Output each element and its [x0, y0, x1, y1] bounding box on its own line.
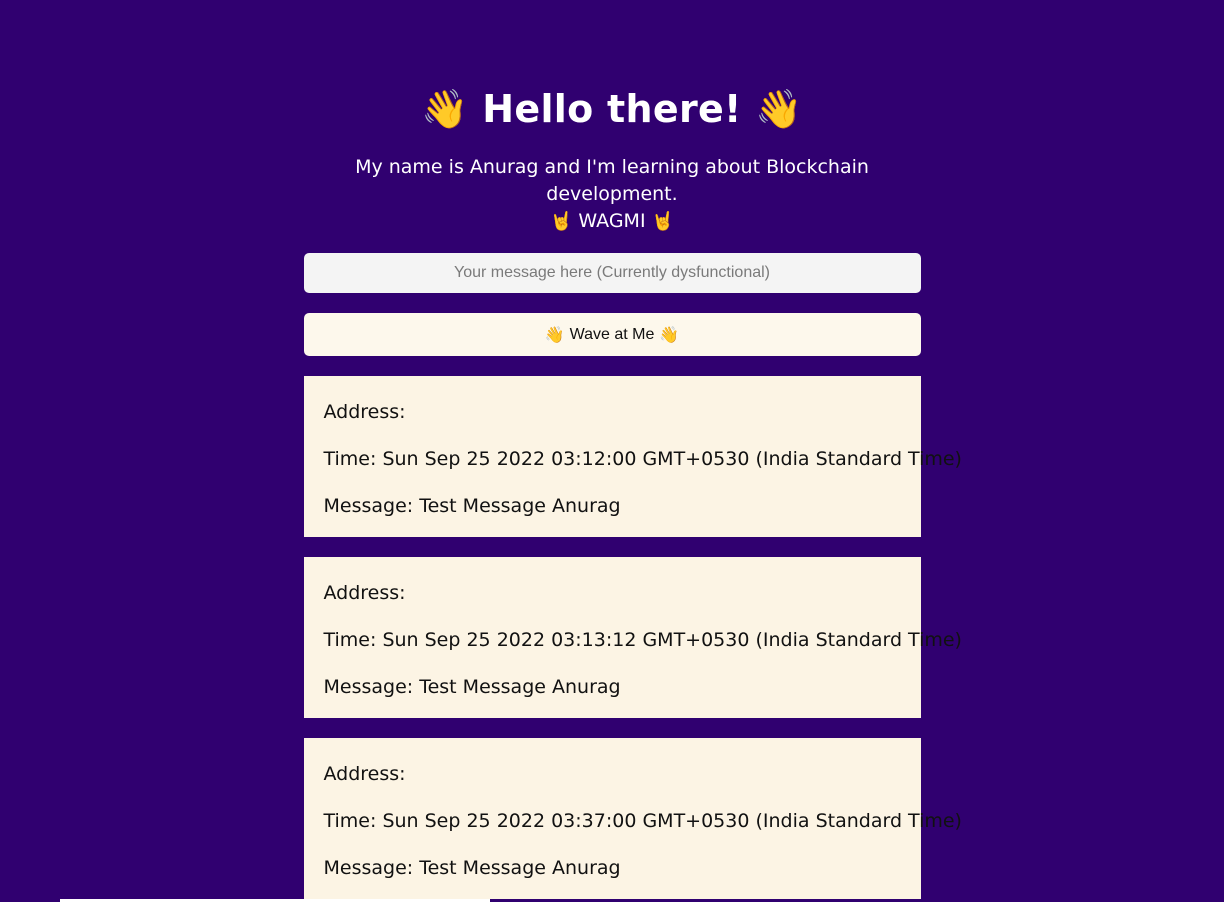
wave-button-label: Wave at Me [569, 325, 655, 343]
bio-line1: My name is Anurag and I'm learning about… [355, 156, 869, 205]
bio-line2: 🤘 WAGMI 🤘 [304, 208, 921, 235]
wave-time: Time: Sun Sep 25 2022 03:37:00 GMT+0530 … [323, 810, 962, 832]
message-input[interactable] [303, 253, 921, 293]
wave-button[interactable]: 👋 Wave at Me 👋 [303, 313, 921, 356]
main-container: 👋 Hello there! 👋 My name is Anurag and I… [303, 0, 962, 899]
wave-time: Time: Sun Sep 25 2022 03:13:12 GMT+0530 … [323, 629, 962, 651]
rock-on-icon: 🤘 [549, 211, 573, 232]
page-title: 👋 Hello there! 👋 [304, 0, 921, 134]
wave-card: Address: Time: Sun Sep 25 2022 03:37:00 … [303, 738, 962, 899]
bio-wagmi-text: WAGMI [578, 210, 646, 232]
waving-hand-icon: 👋 [544, 326, 565, 344]
wave-message: Message: Test Message Anurag [323, 495, 621, 517]
wave-card: Address: Time: Sun Sep 25 2022 03:12:00 … [303, 376, 962, 537]
wave-message: Message: Test Message Anurag [323, 676, 621, 698]
waving-hand-icon: 👋 [755, 87, 803, 131]
waving-hand-icon: 👋 [659, 326, 680, 344]
wave-message: Message: Test Message Anurag [323, 857, 621, 879]
rock-on-icon: 🤘 [651, 211, 675, 232]
wave-address: Address: [323, 763, 406, 785]
bio: My name is Anurag and I'm learning about… [304, 154, 921, 235]
wave-address: Address: [323, 582, 406, 604]
waving-hand-icon: 👋 [421, 87, 469, 131]
page-title-text: Hello there! [482, 87, 742, 131]
wave-time: Time: Sun Sep 25 2022 03:12:00 GMT+0530 … [323, 448, 962, 470]
wave-card: Address: Time: Sun Sep 25 2022 03:13:12 … [303, 557, 962, 718]
wave-address: Address: [323, 401, 406, 423]
